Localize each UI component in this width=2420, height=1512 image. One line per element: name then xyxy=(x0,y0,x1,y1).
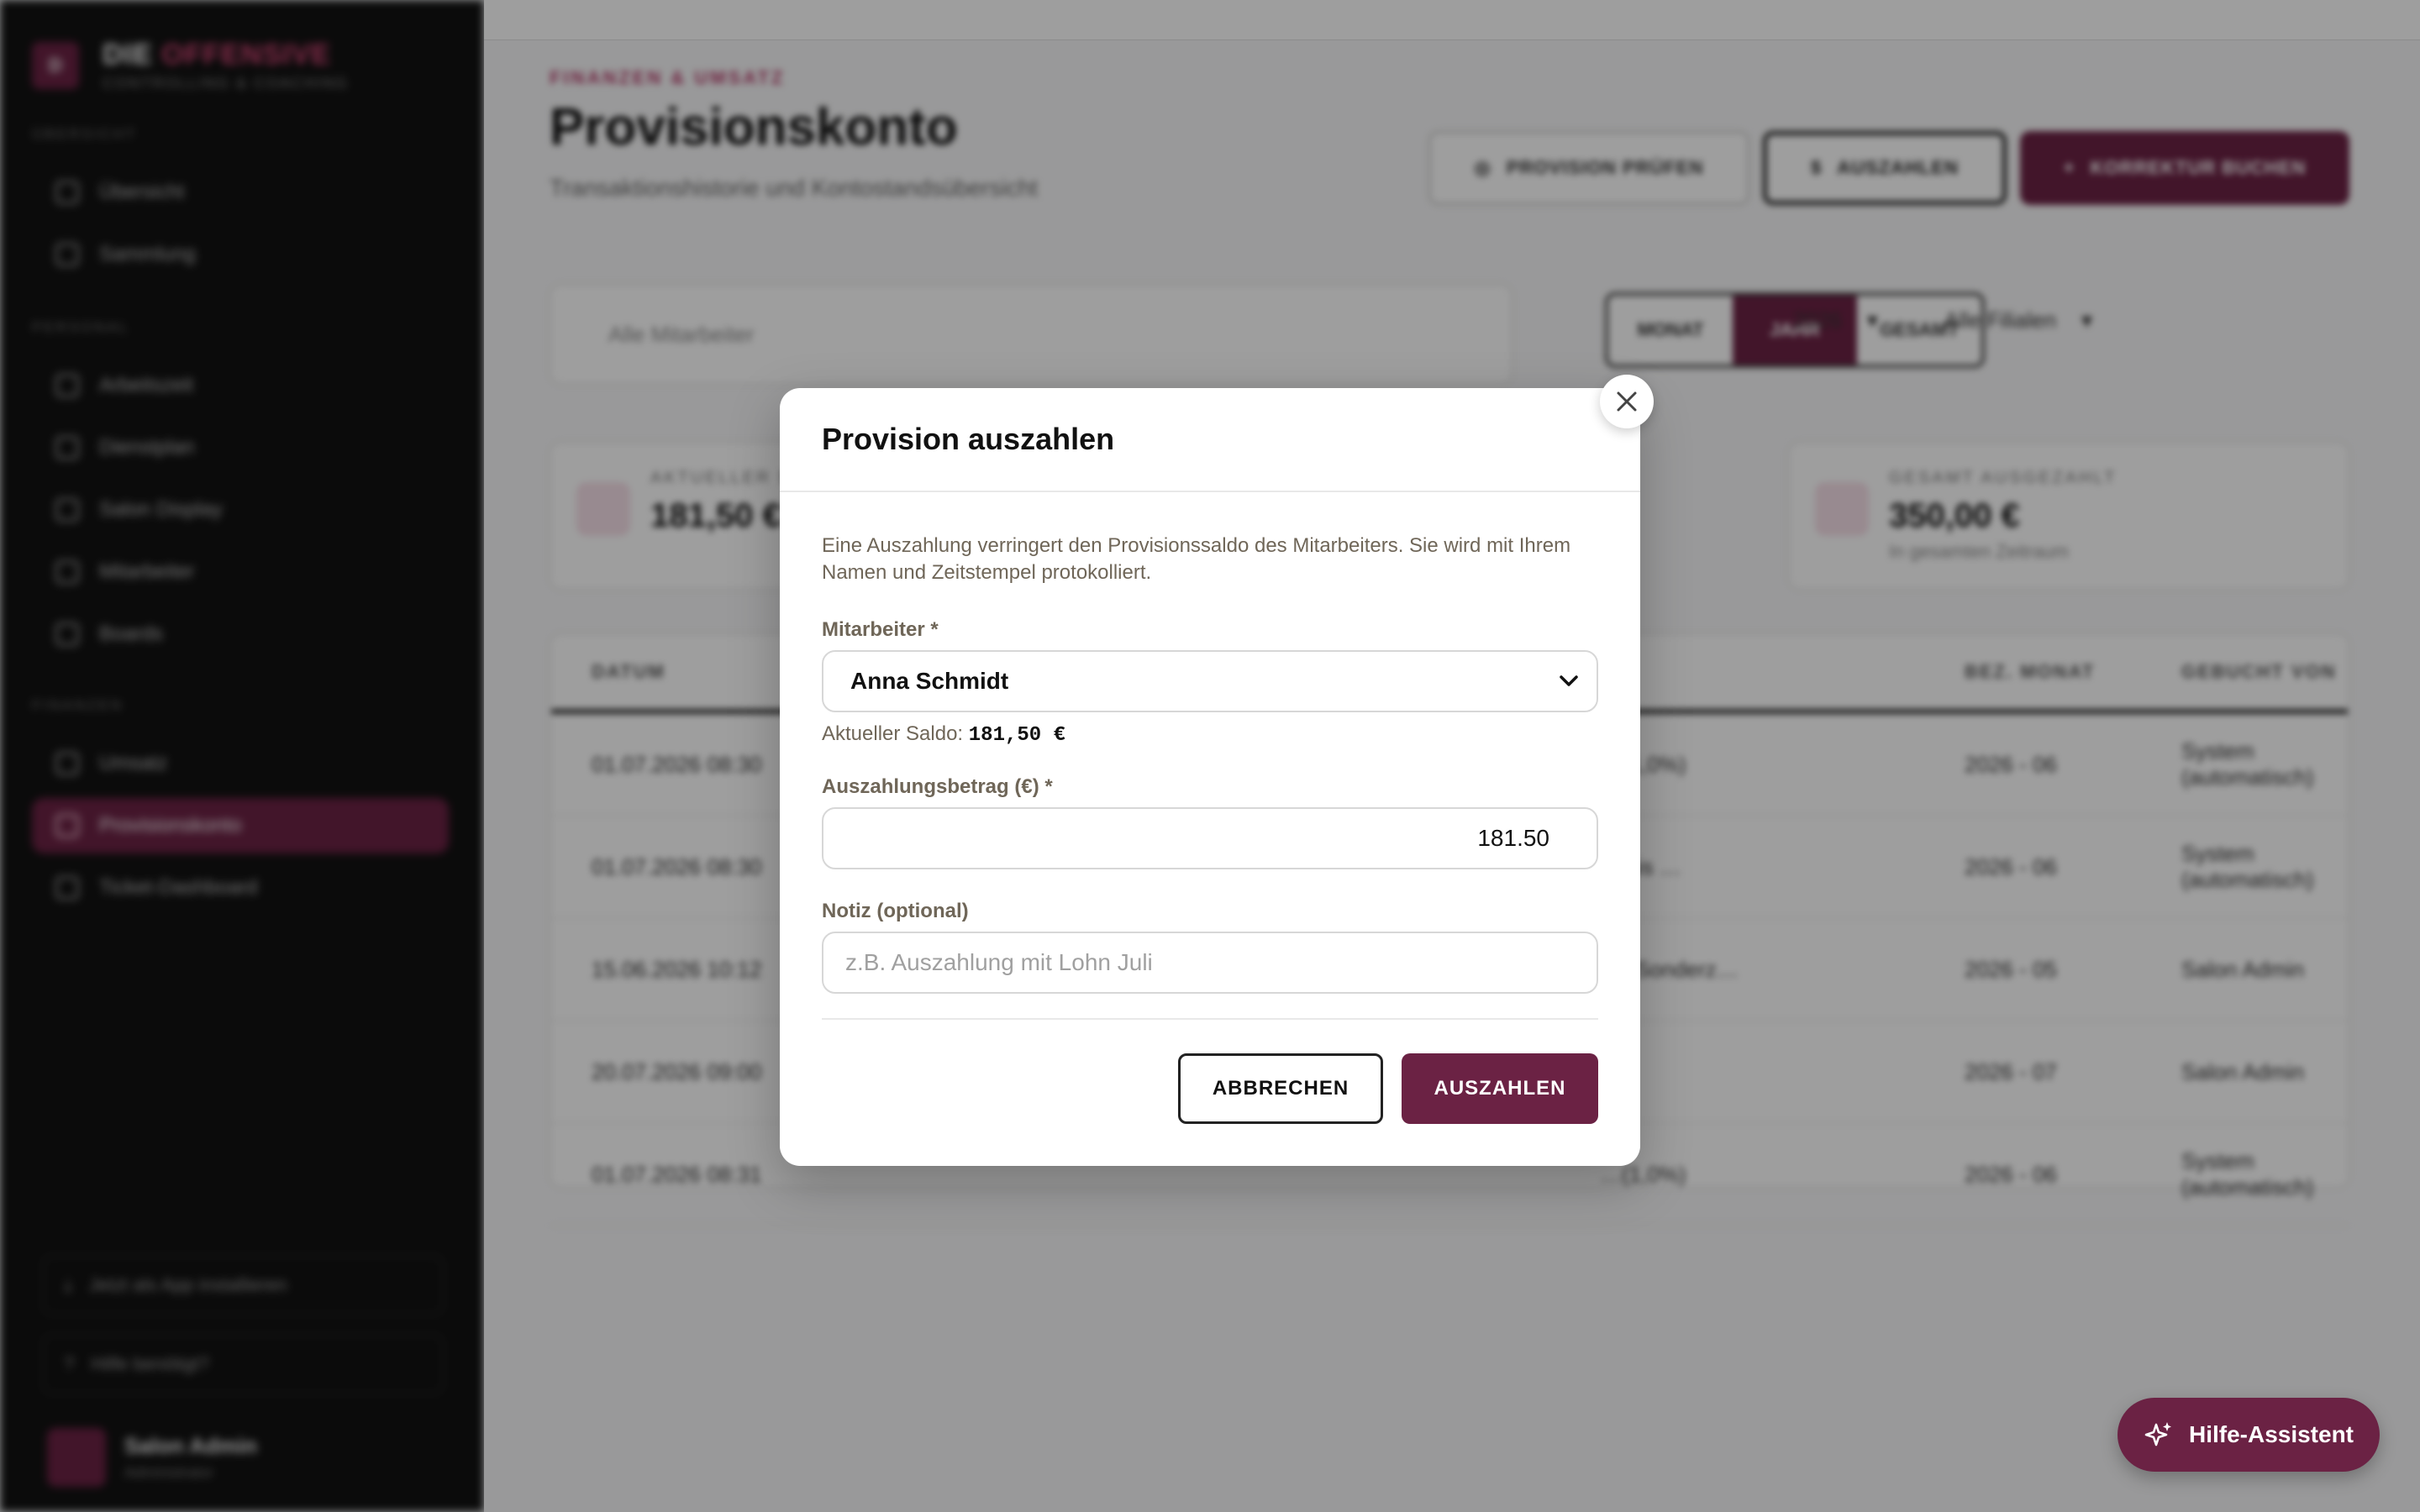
amount-input-value: 181.50 xyxy=(1477,825,1549,851)
amount-label: Auszahlungsbetrag (€) * xyxy=(822,775,1053,798)
confirm-payout-button[interactable]: AUSZAHLEN xyxy=(1402,1053,1598,1124)
current-balance-value: 181,50 € xyxy=(968,724,1065,747)
close-icon xyxy=(1617,391,1637,412)
note-label: Notiz (optional) xyxy=(822,900,969,922)
modal-title: Provision auszahlen xyxy=(822,422,1115,456)
employee-select[interactable]: Anna Schmidt xyxy=(822,650,1598,712)
chevron-down-icon xyxy=(1560,675,1578,686)
payout-modal: Provision auszahlen Eine Auszahlung verr… xyxy=(780,388,1640,1166)
modal-header: Provision auszahlen xyxy=(780,388,1640,492)
sparkles-icon xyxy=(2144,1422,2171,1446)
modal-divider xyxy=(822,1018,1598,1020)
help-assistant-label: Hilfe-Assistent xyxy=(2188,1421,2354,1447)
cancel-button[interactable]: ABBRECHEN xyxy=(1178,1053,1383,1124)
employee-label: Mitarbeiter * xyxy=(822,618,939,641)
current-balance-label: Aktueller Saldo: xyxy=(822,722,964,745)
modal-body: Eine Auszahlung verringert den Provision… xyxy=(822,492,1598,994)
amount-input[interactable]: 181.50 xyxy=(822,807,1598,869)
note-input[interactable]: z.B. Auszahlung mit Lohn Juli xyxy=(822,932,1598,994)
employee-select-value: Anna Schmidt xyxy=(850,668,1009,694)
help-assistant-button[interactable]: Hilfe-Assistent xyxy=(2118,1398,2380,1472)
note-input-placeholder: z.B. Auszahlung mit Lohn Juli xyxy=(845,949,1153,975)
modal-description: Eine Auszahlung verringert den Provision… xyxy=(822,534,1571,584)
close-modal-button[interactable] xyxy=(1600,375,1654,428)
current-balance: Aktueller Saldo: 181,50 € xyxy=(822,722,1598,747)
